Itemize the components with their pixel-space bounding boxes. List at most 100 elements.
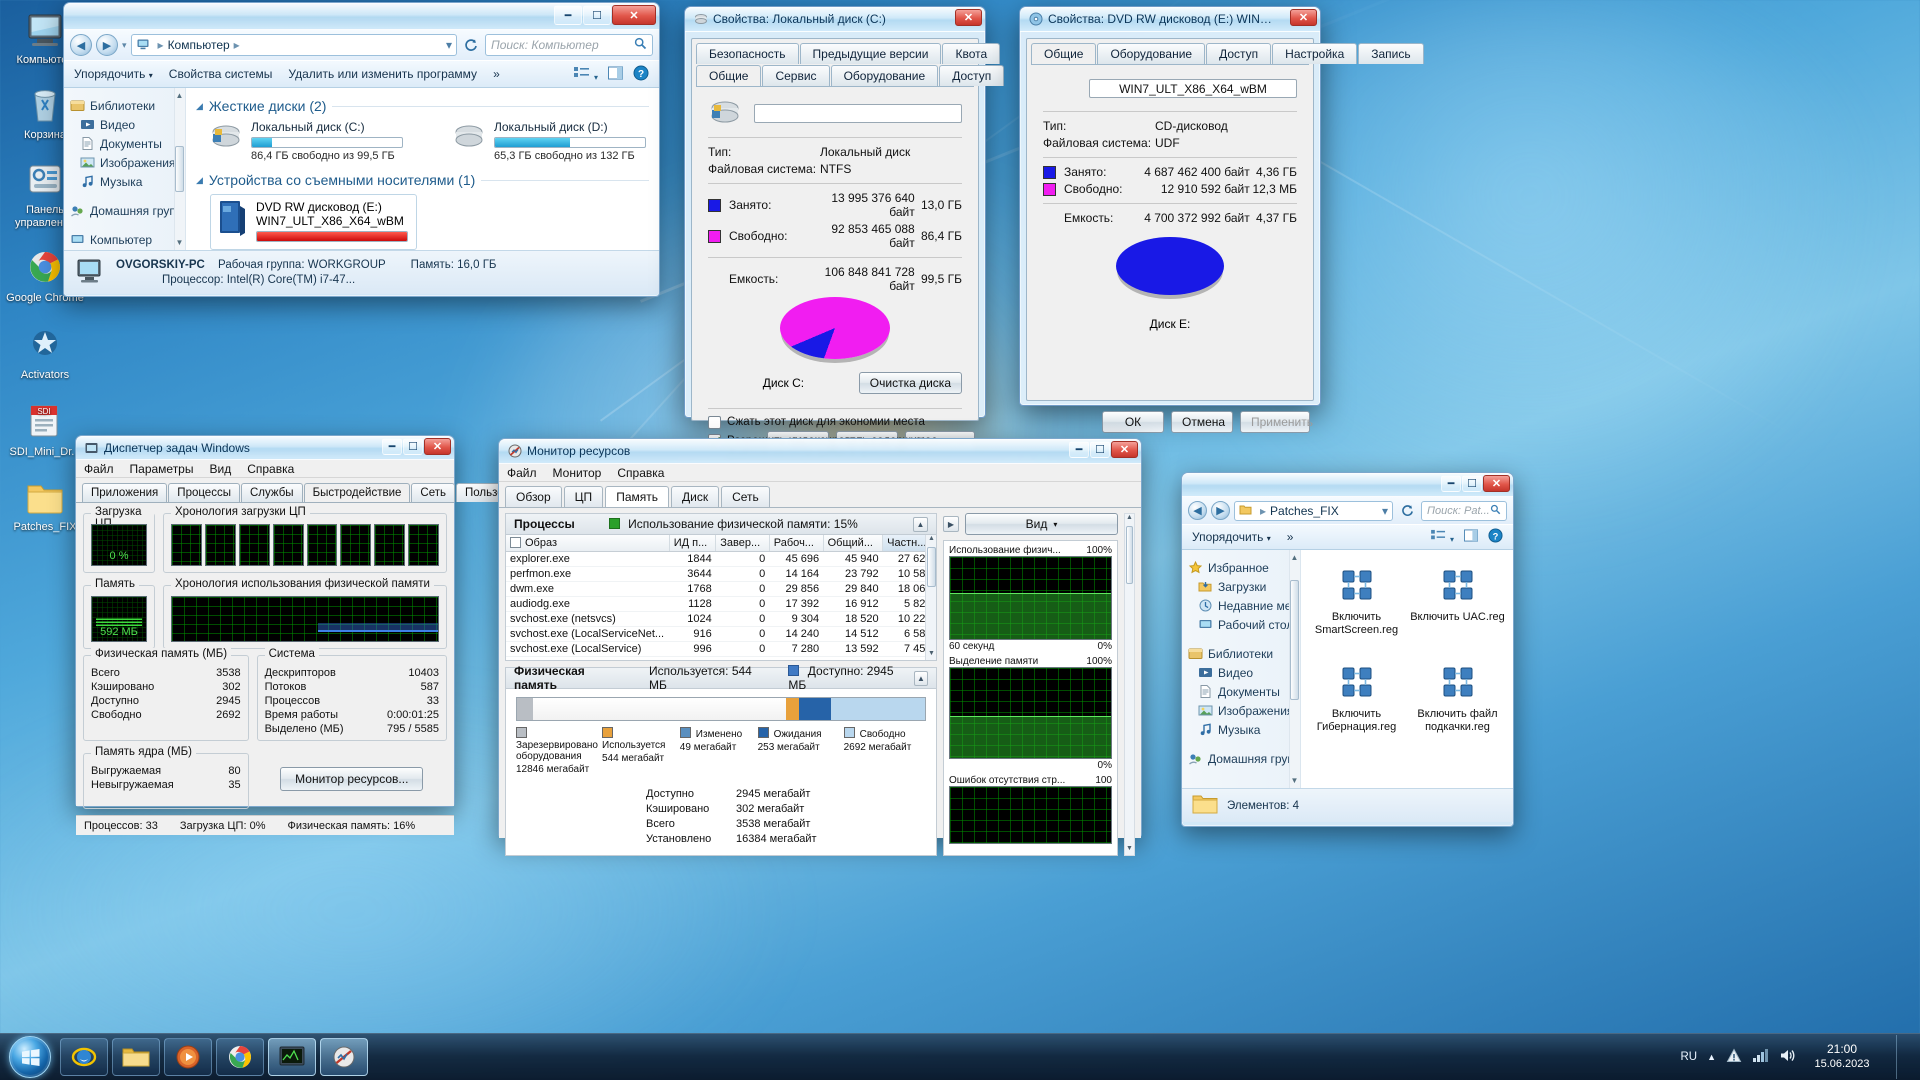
explorer-navbar[interactable]: ◀ ▶ ▾ ▸ Компьютер ▸ ▾ Поиск: Компьютер: [64, 30, 659, 60]
disk-cleanup-button[interactable]: Очистка диска: [858, 372, 962, 394]
start-button[interactable]: [2, 1035, 58, 1079]
resmon-titlebar[interactable]: Монитор ресурсов ━ ☐ ✕: [499, 439, 1141, 464]
taskbar[interactable]: RU ▲ 21:00 15.06.2023: [0, 1033, 1920, 1080]
taskbar-button-media-player[interactable]: [164, 1038, 212, 1076]
resmon-scrollbar[interactable]: ▲ ▼: [1124, 513, 1135, 856]
volume-label-input[interactable]: WIN7_ULT_X86_X64_wBM: [1089, 79, 1297, 98]
col-image[interactable]: Образ: [506, 535, 670, 552]
nav-item-recent-places[interactable]: Недавние места: [1182, 596, 1300, 615]
apply-button[interactable]: Применить: [1240, 411, 1313, 433]
organize-button[interactable]: Упорядочить ▾: [74, 67, 153, 81]
list-item[interactable]: Включить SmartScreen.reg: [1309, 562, 1404, 637]
menu-file[interactable]: Файл: [84, 462, 114, 476]
nav-item-pictures[interactable]: Изображения: [1182, 701, 1300, 720]
nav-item-video[interactable]: Видео: [1182, 663, 1300, 682]
minimize-button[interactable]: ━: [382, 438, 402, 455]
group-header-hard-disks[interactable]: ◢ Жесткие диски (2): [196, 98, 649, 114]
organize-button[interactable]: Упорядочить ▾: [1192, 530, 1271, 544]
nav-pane-scrollbar[interactable]: ▲ ▼: [1289, 550, 1300, 788]
tab-previous-versions[interactable]: Предыдущие версии: [799, 43, 942, 64]
collapse-panel-button[interactable]: ▲: [913, 516, 928, 532]
address-bar[interactable]: ▸ Patches_FIX ▾: [1234, 500, 1393, 521]
nav-item-documents[interactable]: Документы: [64, 134, 185, 153]
address-bar[interactable]: ▸ Компьютер ▸ ▾: [130, 34, 457, 56]
search-input[interactable]: Поиск: Pat...: [1421, 500, 1507, 521]
tab-network[interactable]: Сеть: [721, 486, 770, 507]
collapse-panel-button[interactable]: ▲: [913, 670, 928, 686]
explorer-computer-window[interactable]: ━ ☐ ✕ ◀ ▶ ▾ ▸ Компьютер ▸ ▾ Поиск: Компь…: [63, 2, 660, 297]
resource-monitor-button[interactable]: Монитор ресурсов...: [280, 767, 424, 791]
history-dropdown-icon[interactable]: ▾: [122, 40, 127, 51]
collapse-triangle-icon[interactable]: ◢: [196, 175, 203, 186]
menu-view[interactable]: Вид: [209, 462, 231, 476]
scroll-down-icon[interactable]: ▼: [926, 650, 936, 660]
tab-network[interactable]: Сеть: [411, 483, 455, 502]
clock[interactable]: 21:00 15.06.2023: [1806, 1042, 1878, 1072]
table-row[interactable]: svchost.exe (netsvcs) 1024 0 9 304 18 520 10 …: [506, 611, 936, 627]
nav-item-pictures[interactable]: Изображения: [64, 153, 185, 172]
tab-performance[interactable]: Быстродействие: [303, 483, 411, 502]
disk-c-tabrow-bottom[interactable]: Общие Сервис Оборудование Доступ: [692, 64, 1005, 86]
close-button[interactable]: ✕: [1111, 441, 1138, 458]
action-center-icon[interactable]: [1726, 1047, 1742, 1067]
refresh-button[interactable]: [461, 34, 481, 56]
preview-pane-button[interactable]: [1464, 529, 1478, 545]
explorer-window-buttons[interactable]: ━ ☐ ✕: [554, 5, 656, 25]
table-row[interactable]: perfmon.exe 3644 0 14 164 23 792 10 588: [506, 566, 936, 582]
language-indicator[interactable]: RU: [1680, 1051, 1697, 1063]
close-button[interactable]: ✕: [955, 9, 982, 26]
more-commands-button[interactable]: »: [493, 67, 500, 81]
minimize-button[interactable]: ━: [1069, 441, 1089, 458]
tab-sharing[interactable]: Доступ: [939, 65, 1005, 86]
patches-fix-window[interactable]: ━ ☐ ✕ ◀ ▶ ▸ Patches_FIX ▾ Поиск: Pat... …: [1181, 472, 1514, 827]
table-row[interactable]: svchost.exe (LocalService) 996 0 7 280 13 59…: [506, 641, 936, 657]
collapse-triangle-icon[interactable]: ◢: [196, 101, 203, 112]
table-row[interactable]: svchost.exe (LocalServiceNet... 916 0 14 24…: [506, 626, 936, 642]
search-input[interactable]: Поиск: Компьютер: [485, 34, 653, 56]
processes-table[interactable]: Образ ИД п... Завер... Рабоч... Общий...…: [506, 535, 936, 657]
scroll-down-icon[interactable]: ▼: [1290, 775, 1299, 786]
patches-window-buttons[interactable]: ━ ☐ ✕: [1441, 475, 1510, 492]
menu-monitor[interactable]: Монитор: [553, 466, 602, 480]
tab-tools[interactable]: Сервис: [762, 65, 830, 86]
close-button[interactable]: ✕: [424, 438, 451, 455]
resource-monitor-window[interactable]: Монитор ресурсов ━ ☐ ✕ Файл Монитор Спра…: [498, 438, 1142, 856]
tab-disk[interactable]: Диск: [670, 486, 720, 507]
show-desktop-button[interactable]: [1896, 1035, 1910, 1079]
scrollbar-thumb[interactable]: [175, 146, 184, 192]
resmon-menu[interactable]: Файл Монитор Справка: [499, 464, 1141, 482]
processes-table-body[interactable]: explorer.exe 1844 0 45 696 45 940 27 628 perf…: [506, 551, 936, 657]
patches-file-grid[interactable]: Включить SmartScreen.reg Включить UAC.re…: [1301, 550, 1513, 788]
processes-panel-header[interactable]: Процессы Использование физической памяти…: [506, 514, 936, 535]
drive-item-e[interactable]: DVD RW дисковод (E:) WIN7_ULT_X86_X64_wB…: [210, 194, 417, 250]
preview-pane-button[interactable]: [608, 66, 623, 83]
chevron-down-icon[interactable]: ▾: [1382, 504, 1388, 518]
cancel-button[interactable]: Отмена: [1171, 411, 1233, 433]
nav-pane-scrollbar[interactable]: ▲ ▼: [174, 88, 185, 250]
ok-button[interactable]: ОК: [1102, 411, 1164, 433]
nav-item-libraries[interactable]: Библиотеки: [1182, 644, 1300, 663]
explorer-titlebar[interactable]: ━ ☐ ✕: [64, 3, 659, 30]
scrollbar-thumb[interactable]: [1126, 526, 1133, 584]
physmem-panel-header[interactable]: Физическая память Используется: 544 МБ Д…: [506, 664, 936, 692]
scrollbar-thumb[interactable]: [1290, 580, 1299, 700]
col-faults[interactable]: Завер...: [715, 535, 770, 552]
disk-c-tabrow-top[interactable]: Безопасность Предыдущие версии Квота: [692, 39, 1001, 64]
taskmgr-menu[interactable]: Файл Параметры Вид Справка: [76, 460, 454, 478]
uninstall-change-program-button[interactable]: Удалить или изменить программу: [288, 67, 477, 81]
compress-checkbox[interactable]: [708, 416, 721, 429]
tab-security[interactable]: Безопасность: [696, 43, 799, 64]
help-button[interactable]: ?: [633, 65, 649, 84]
change-view-button[interactable]: ▾: [573, 66, 598, 83]
scroll-up-icon[interactable]: ▲: [175, 90, 184, 101]
tab-hardware[interactable]: Оборудование: [1097, 43, 1206, 64]
minimize-button[interactable]: ━: [1441, 475, 1461, 492]
taskmgr-tabs[interactable]: Приложения Процессы Службы Быстродействи…: [76, 478, 550, 502]
tab-customize[interactable]: Настройка: [1272, 43, 1358, 64]
compress-checkbox-row[interactable]: Сжать этот диск для экономии места: [708, 416, 962, 429]
disk-e-buttons[interactable]: ОК Отмена Применить: [1020, 403, 1320, 441]
nav-item-favorites[interactable]: Избранное: [1182, 558, 1300, 577]
col-working[interactable]: Рабоч...: [769, 535, 824, 552]
scroll-up-icon[interactable]: ▲: [1125, 514, 1134, 524]
taskbar-button-explorer[interactable]: [112, 1038, 160, 1076]
